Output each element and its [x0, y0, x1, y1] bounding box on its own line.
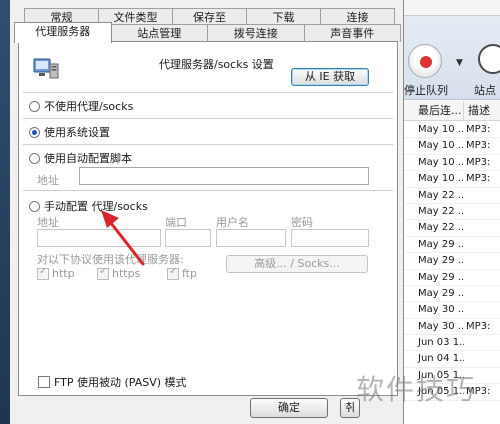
row-date: Jun 04 1... — [418, 353, 464, 365]
checkbox-pasv[interactable] — [38, 376, 50, 388]
tab-row-front: 代理服务器 站点管理 拨号连接 声音事件 — [14, 22, 401, 43]
settings-title: 代理服务器/socks 设置 — [159, 58, 274, 71]
row-description: MP3: — [466, 320, 491, 332]
row-date: May 30 ... — [418, 304, 464, 316]
left-window-edge — [0, 0, 10, 424]
row-date: May 29 ... — [418, 271, 464, 283]
radio-manual[interactable] — [29, 200, 40, 212]
protocol-http[interactable]: http — [37, 266, 75, 280]
option-auto-script[interactable]: 使用自动配置脚本 — [29, 150, 132, 166]
ok-button[interactable]: 确定 — [250, 398, 328, 418]
row-date: May 29 ... — [418, 287, 464, 299]
watermark-text: 软件技巧 — [356, 373, 477, 406]
row-date: May 22 ... — [418, 189, 464, 201]
row-description — [464, 253, 500, 268]
advanced-socks-button[interactable]: 高级... / Socks... — [226, 255, 368, 273]
manual-username-label: 用户名 — [216, 216, 249, 229]
site-label: 站点 — [474, 84, 496, 97]
separator — [23, 92, 393, 93]
option-no-proxy[interactable]: 不使用代理/socks — [29, 98, 133, 114]
row-description — [464, 351, 500, 366]
column-description[interactable]: 描述 — [464, 101, 500, 120]
row-date: May 29 ... — [418, 238, 464, 250]
manual-username-input[interactable] — [216, 229, 286, 247]
row-description — [464, 188, 500, 203]
radio-no-proxy[interactable] — [29, 100, 40, 112]
label-auto-script: 使用自动配置脚本 — [44, 152, 132, 165]
pasv-option[interactable]: FTP 使用被动 (PASV) 模式 — [38, 374, 187, 390]
stop-queue-button[interactable] — [408, 44, 442, 78]
row-date: May 29 ... — [418, 255, 464, 267]
list-item[interactable]: May 22 ... — [404, 204, 500, 221]
row-date: May 10 ... — [418, 140, 464, 152]
list-item[interactable]: May 29 ... — [404, 286, 500, 303]
manual-address-label: 地址 — [37, 216, 59, 229]
row-description: MP3: — [466, 173, 491, 185]
toolbar: ▼ 停止队列 站点 — [404, 0, 500, 100]
row-description — [464, 302, 500, 317]
row-description — [464, 335, 500, 350]
row-description — [464, 204, 500, 219]
row-description — [464, 286, 500, 301]
label-system: 使用系统设置 — [44, 126, 110, 139]
row-date: May 10 ... — [418, 156, 464, 168]
list-item[interactable]: May 10 ... MP3: — [404, 138, 500, 155]
checkbox-http[interactable] — [37, 266, 49, 280]
list-item[interactable]: May 29 ... — [404, 270, 500, 286]
auto-address-label: 地址 — [37, 174, 59, 187]
options-dialog: 常规 文件类型 保存至 下载 连接 代理服务器 站点管理 拨号连接 声音事件 代… — [10, 0, 404, 424]
list-item[interactable]: May 29 ... — [404, 237, 500, 254]
row-description — [464, 220, 500, 235]
row-date: May 10 ... — [418, 124, 464, 135]
row-date: May 10 ... — [418, 173, 464, 185]
row-description: MP3: — [466, 156, 491, 168]
auto-script-address-input[interactable] — [79, 167, 369, 185]
tab-sound-events[interactable]: 声音事件 — [303, 24, 401, 42]
background-window: ▼ 停止队列 站点 最后连... 描述 May 10 ... MP3: May 10… — [404, 0, 500, 424]
option-system[interactable]: 使用系统设置 — [29, 124, 110, 140]
separator — [23, 144, 393, 145]
tab-dialup[interactable]: 拨号连接 — [207, 24, 305, 42]
tab-site-manager[interactable]: 站点管理 — [110, 24, 208, 42]
row-description — [464, 270, 500, 285]
row-date: May 22 ... — [418, 222, 464, 234]
list-item[interactable]: May 10 ... MP3: — [404, 171, 500, 188]
list-item[interactable]: May 10 ... MP3: — [404, 122, 500, 139]
label-pasv: FTP 使用被动 (PASV) 模式 — [54, 376, 187, 389]
radio-system[interactable] — [29, 126, 40, 138]
row-date: Jun 03 1... — [418, 337, 464, 349]
manual-password-label: 密码 — [291, 216, 313, 229]
row-date: May 22 ... — [418, 205, 464, 217]
site-list: May 10 ... MP3: May 10 ... MP3: May 10 ... MP… — [404, 122, 500, 401]
list-item[interactable]: May 10 ... MP3: — [404, 155, 500, 172]
list-item[interactable]: Jun 04 1... — [404, 351, 500, 368]
stop-queue-label: 停止队列 — [404, 84, 448, 97]
separator — [23, 190, 393, 191]
list-header: 最后连... 描述 — [404, 101, 500, 121]
tab-proxy[interactable]: 代理服务器 — [14, 22, 112, 43]
proxy-panel: 代理服务器/socks 设置 从 IE 获取 不使用代理/socks 使用系统设… — [18, 41, 398, 396]
manual-password-input[interactable] — [291, 229, 369, 247]
row-description: MP3: — [466, 124, 491, 135]
list-item[interactable]: May 29 ... — [404, 253, 500, 270]
list-item[interactable]: May 22 ... — [404, 188, 500, 204]
list-item[interactable]: May 30 ... MP3: — [404, 319, 500, 336]
row-description: MP3: — [466, 140, 491, 152]
label-no-proxy: 不使用代理/socks — [44, 100, 134, 113]
red-annotation-arrow — [101, 210, 145, 266]
dropdown-arrow-icon[interactable]: ▼ — [456, 58, 463, 68]
label-http: http — [52, 267, 75, 280]
separator — [23, 118, 393, 119]
column-last-connected[interactable]: 最后连... — [404, 101, 464, 120]
list-item[interactable]: May 30 ... — [404, 302, 500, 319]
site-globe-icon[interactable] — [478, 44, 500, 74]
list-item[interactable]: Jun 03 1... — [404, 335, 500, 352]
list-item[interactable]: May 22 ... — [404, 220, 500, 237]
row-description — [464, 237, 500, 252]
radio-auto-script[interactable] — [29, 152, 40, 164]
row-date: May 30 ... — [418, 320, 464, 332]
proxy-server-icon — [33, 58, 59, 79]
titlebar — [404, 0, 500, 16]
get-from-ie-button[interactable]: 从 IE 获取 — [291, 68, 369, 86]
